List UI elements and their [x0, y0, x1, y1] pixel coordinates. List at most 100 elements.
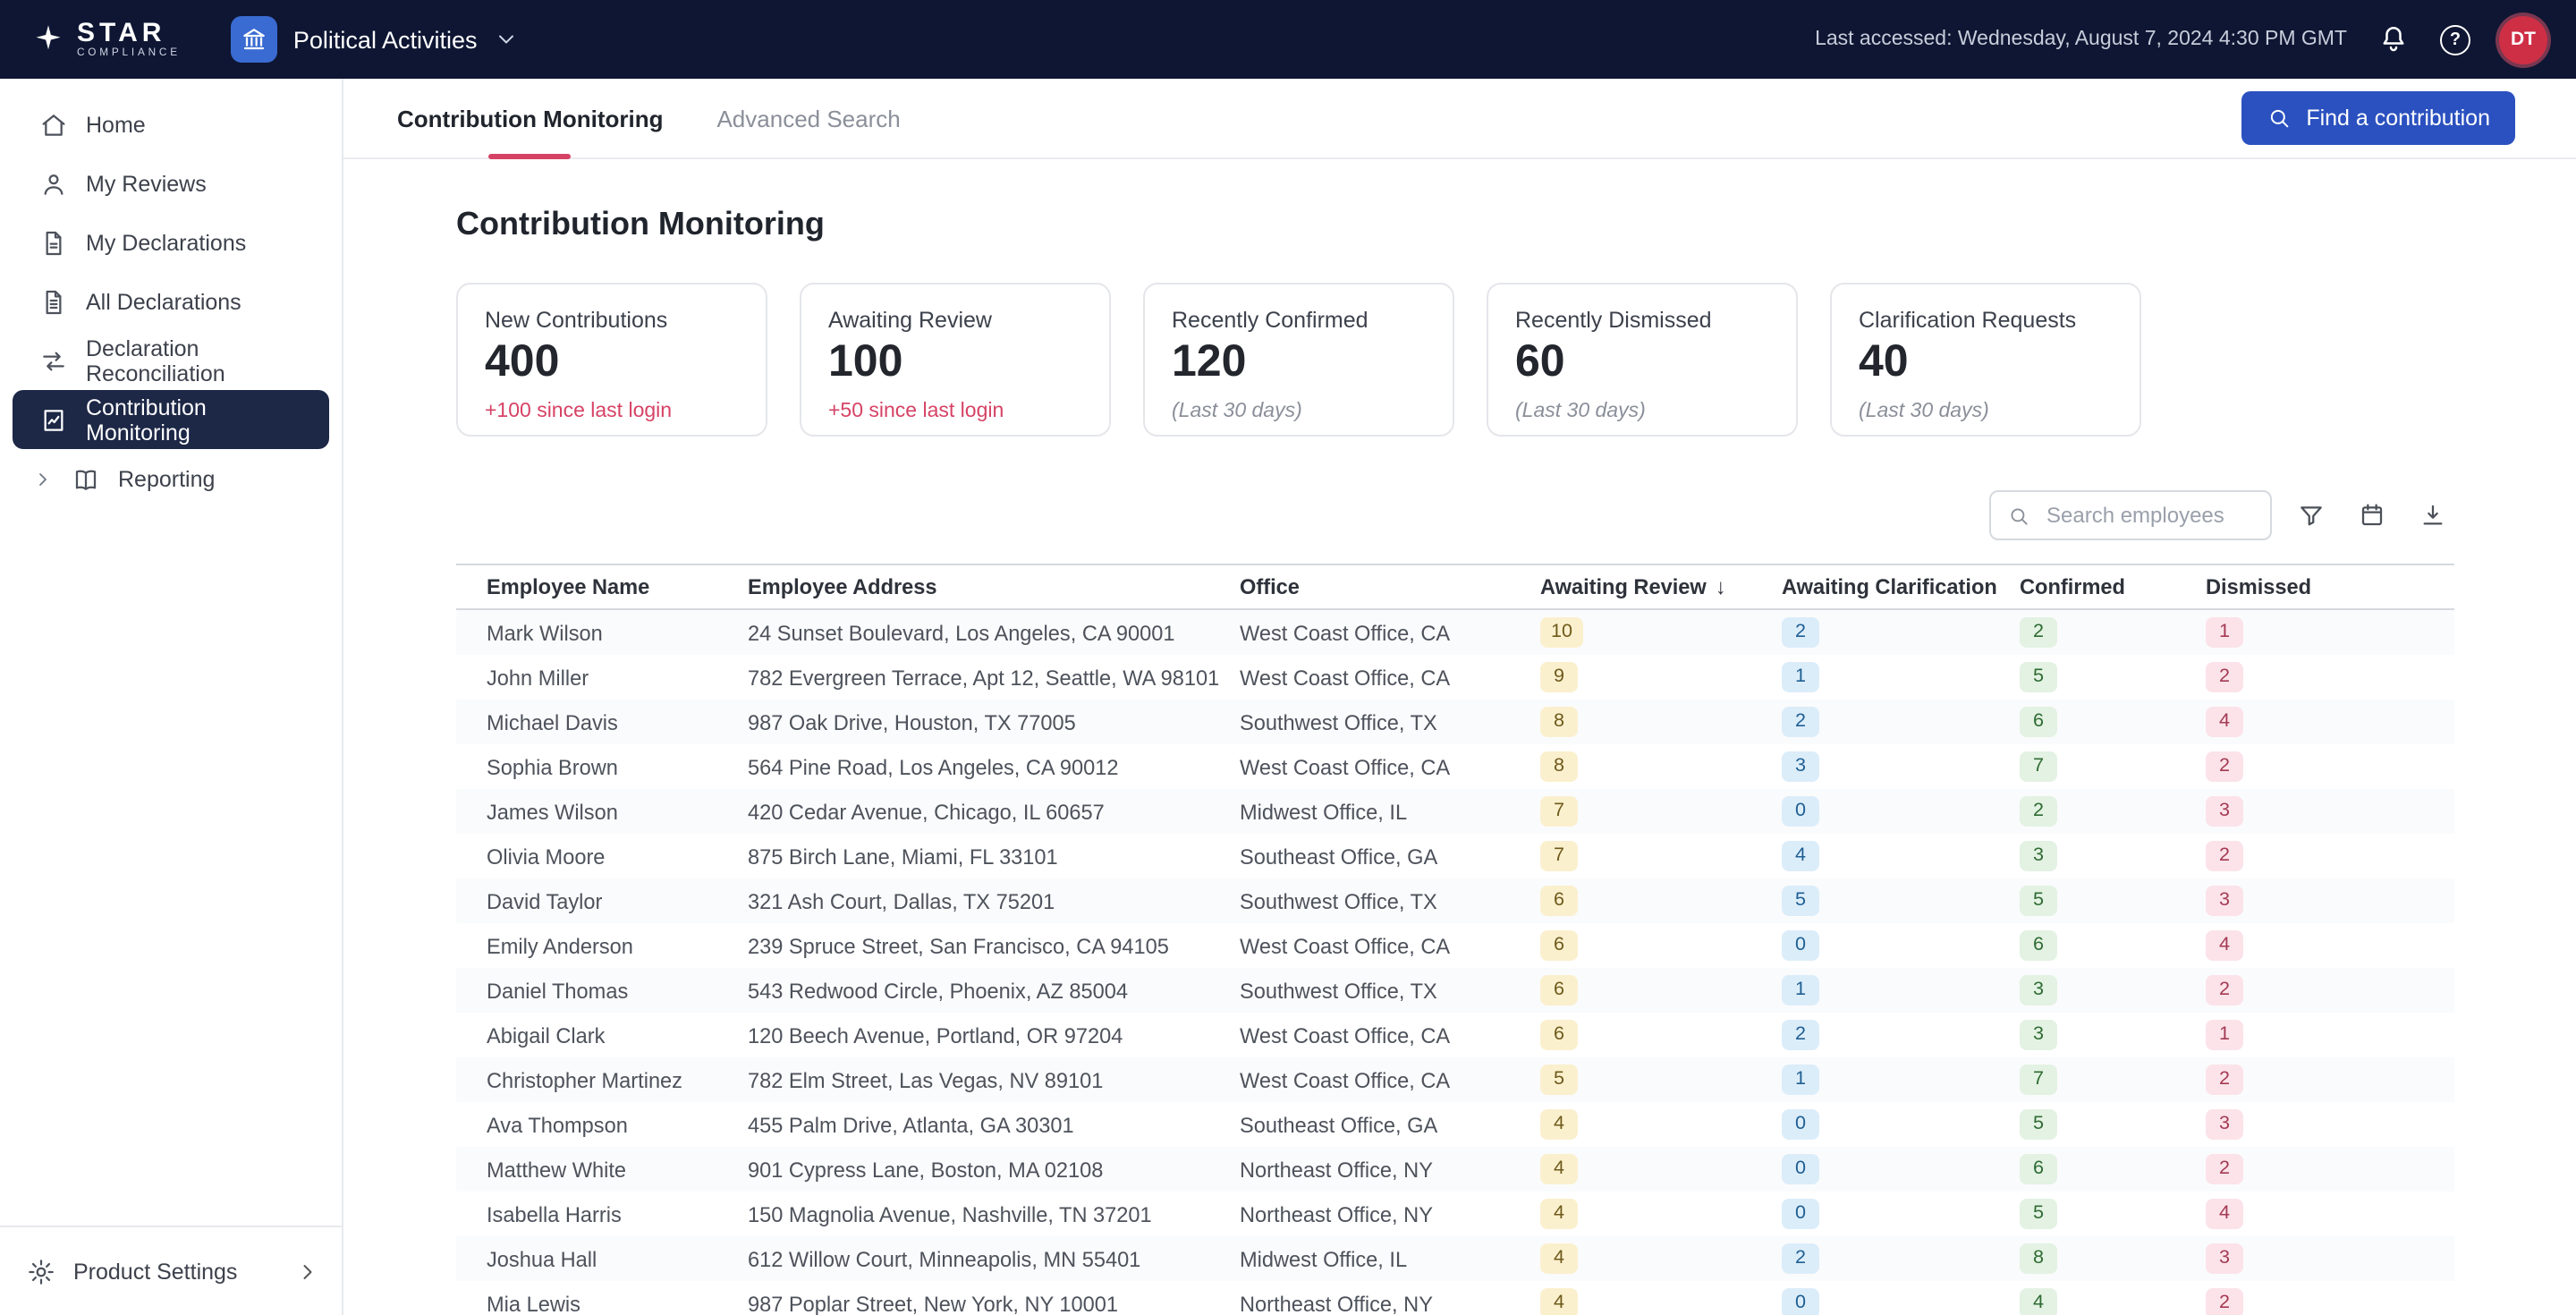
- sidebar-item-home[interactable]: Home: [13, 95, 329, 154]
- cell-awaiting-review: 8: [1540, 744, 1782, 789]
- calendar-button[interactable]: [2351, 494, 2394, 537]
- filter-button[interactable]: [2290, 494, 2333, 537]
- sidebar-item-product-settings[interactable]: Product Settings: [0, 1257, 342, 1285]
- sidebar-item-contribution-monitoring[interactable]: Contribution Monitoring: [13, 390, 329, 449]
- cell-dismissed: 3: [2206, 878, 2454, 923]
- table-row[interactable]: John Miller 782 Evergreen Terrace, Apt 1…: [456, 655, 2454, 700]
- table-row[interactable]: Ava Thompson 455 Palm Drive, Atlanta, GA…: [456, 1102, 2454, 1147]
- sidebar-item-all-declarations[interactable]: All Declarations: [13, 272, 329, 331]
- table-row[interactable]: James Wilson 420 Cedar Avenue, Chicago, …: [456, 789, 2454, 834]
- table-row[interactable]: Joshua Hall 612 Willow Court, Minneapoli…: [456, 1236, 2454, 1281]
- cell-employee-address: 420 Cedar Avenue, Chicago, IL 60657: [748, 789, 1240, 834]
- tab-advanced-search[interactable]: Advanced Search: [716, 79, 900, 159]
- cell-awaiting-clarification: 4: [1782, 834, 2020, 878]
- awaiting-review-badge: 4: [1540, 1199, 1578, 1229]
- cell-awaiting-clarification: 3: [1782, 744, 2020, 789]
- tabs: Contribution Monitoring Advanced Search: [397, 79, 954, 157]
- cell-awaiting-clarification: 2: [1782, 1236, 2020, 1281]
- last-accessed-text: Last accessed: Wednesday, August 7, 2024…: [1815, 29, 2347, 50]
- stat-card-awaiting-review: Awaiting Review 100 +50 since last login: [800, 283, 1111, 437]
- table-row[interactable]: Mark Wilson 24 Sunset Boulevard, Los Ang…: [456, 609, 2454, 655]
- sidebar-item-label: Declaration Reconciliation: [86, 335, 315, 386]
- cell-confirmed: 4: [2020, 1281, 2206, 1315]
- table-row[interactable]: Abigail Clark 120 Beech Avenue, Portland…: [456, 1013, 2454, 1057]
- awaiting-review-badge: 4: [1540, 1243, 1578, 1274]
- table-row[interactable]: Matthew White 901 Cypress Lane, Boston, …: [456, 1147, 2454, 1192]
- table-row[interactable]: Christopher Martinez 782 Elm Street, Las…: [456, 1057, 2454, 1102]
- stat-card-note: +50 since last login: [828, 400, 1082, 421]
- table-row[interactable]: Michael Davis 987 Oak Drive, Houston, TX…: [456, 700, 2454, 744]
- stat-card-recently-confirmed: Recently Confirmed 120 (Last 30 days): [1143, 283, 1454, 437]
- stat-card-title: Recently Confirmed: [1172, 308, 1426, 333]
- cell-employee-address: 24 Sunset Boulevard, Los Angeles, CA 900…: [748, 609, 1240, 655]
- topbar: STAR COMPLIANCE Political Activities Las…: [0, 0, 2576, 79]
- app-switcher[interactable]: Political Activities: [231, 16, 519, 63]
- column-header-employee-name[interactable]: Employee Name: [456, 564, 748, 609]
- cell-awaiting-clarification: 1: [1782, 655, 2020, 700]
- table-row[interactable]: Sophia Brown 564 Pine Road, Los Angeles,…: [456, 744, 2454, 789]
- cell-awaiting-clarification: 2: [1782, 1013, 2020, 1057]
- page-title: Contribution Monitoring: [456, 206, 2454, 243]
- awaiting-clarification-badge: 1: [1782, 662, 1819, 692]
- column-header-dismissed[interactable]: Dismissed: [2206, 564, 2454, 609]
- cell-employee-address: 901 Cypress Lane, Boston, MA 02108: [748, 1147, 1240, 1192]
- stat-card-note: (Last 30 days): [1172, 400, 1426, 421]
- table-row[interactable]: Mia Lewis 987 Poplar Street, New York, N…: [456, 1281, 2454, 1315]
- declaration-icon: [39, 228, 68, 257]
- download-button[interactable]: [2411, 494, 2454, 537]
- cell-employee-address: 782 Elm Street, Las Vegas, NV 89101: [748, 1057, 1240, 1102]
- cell-employee-name: Daniel Thomas: [456, 968, 748, 1013]
- cell-awaiting-clarification: 0: [1782, 1147, 2020, 1192]
- search-employees-input[interactable]: [2043, 501, 2254, 530]
- table-row[interactable]: Isabella Harris 150 Magnolia Avenue, Nas…: [456, 1192, 2454, 1236]
- cell-awaiting-clarification: 0: [1782, 1102, 2020, 1147]
- column-header-awaiting-clarification[interactable]: Awaiting Clarification: [1782, 564, 2020, 609]
- dismissed-badge: 1: [2206, 1020, 2243, 1050]
- stat-card-value: 100: [828, 338, 1082, 387]
- sidebar-item-my-reviews[interactable]: My Reviews: [13, 154, 329, 213]
- topbar-right: Last accessed: Wednesday, August 7, 2024…: [1815, 15, 2547, 64]
- table-row[interactable]: Daniel Thomas 543 Redwood Circle, Phoeni…: [456, 968, 2454, 1013]
- column-header-confirmed[interactable]: Confirmed: [2020, 564, 2206, 609]
- sidebar-item-declaration-reconciliation[interactable]: Declaration Reconciliation: [13, 331, 329, 390]
- dismissed-badge: 3: [2206, 1243, 2243, 1274]
- app-root: STAR COMPLIANCE Political Activities Las…: [0, 0, 2576, 1315]
- cell-office: Midwest Office, IL: [1240, 1236, 1540, 1281]
- cell-office: Southeast Office, GA: [1240, 834, 1540, 878]
- confirmed-badge: 8: [2020, 1243, 2057, 1274]
- awaiting-review-badge: 5: [1540, 1065, 1578, 1095]
- stat-card-title: Clarification Requests: [1859, 308, 2113, 333]
- cell-awaiting-review: 7: [1540, 834, 1782, 878]
- cell-employee-name: David Taylor: [456, 878, 748, 923]
- sidebar-item-label: All Declarations: [86, 289, 242, 314]
- cell-awaiting-clarification: 2: [1782, 609, 2020, 655]
- help-button[interactable]: [2440, 24, 2470, 55]
- tab-bar: Contribution Monitoring Advanced Search F…: [343, 79, 2576, 159]
- find-contribution-button[interactable]: Find a contribution: [2241, 91, 2515, 145]
- column-header-employee-address[interactable]: Employee Address: [748, 564, 1240, 609]
- cell-dismissed: 2: [2206, 834, 2454, 878]
- column-header-office[interactable]: Office: [1240, 564, 1540, 609]
- cell-employee-address: 239 Spruce Street, San Francisco, CA 941…: [748, 923, 1240, 968]
- awaiting-review-badge: 6: [1540, 1020, 1578, 1050]
- app-switcher-label: Political Activities: [293, 26, 478, 53]
- table-row[interactable]: David Taylor 321 Ash Court, Dallas, TX 7…: [456, 878, 2454, 923]
- tab-contribution-monitoring[interactable]: Contribution Monitoring: [397, 79, 663, 159]
- awaiting-clarification-badge: 0: [1782, 1199, 1819, 1229]
- column-header-awaiting-review[interactable]: Awaiting Review↓: [1540, 564, 1782, 609]
- awaiting-clarification-badge: 2: [1782, 617, 1819, 648]
- cell-dismissed: 2: [2206, 1147, 2454, 1192]
- table-header-row: Employee NameEmployee AddressOfficeAwait…: [456, 564, 2454, 609]
- star-compliance-logo[interactable]: STAR COMPLIANCE: [32, 19, 181, 60]
- cell-office: West Coast Office, CA: [1240, 1057, 1540, 1102]
- table-row[interactable]: Olivia Moore 875 Birch Lane, Miami, FL 3…: [456, 834, 2454, 878]
- sidebar-item-my-declarations[interactable]: My Declarations: [13, 213, 329, 272]
- stat-card-value: 120: [1172, 338, 1426, 387]
- sidebar-item-reporting[interactable]: Reporting: [13, 449, 329, 508]
- awaiting-review-badge: 8: [1540, 751, 1578, 782]
- cell-employee-name: Christopher Martinez: [456, 1057, 748, 1102]
- confirmed-badge: 5: [2020, 1199, 2057, 1229]
- table-row[interactable]: Emily Anderson 239 Spruce Street, San Fr…: [456, 923, 2454, 968]
- notifications-button[interactable]: [2376, 21, 2411, 57]
- user-avatar[interactable]: DT: [2499, 15, 2547, 64]
